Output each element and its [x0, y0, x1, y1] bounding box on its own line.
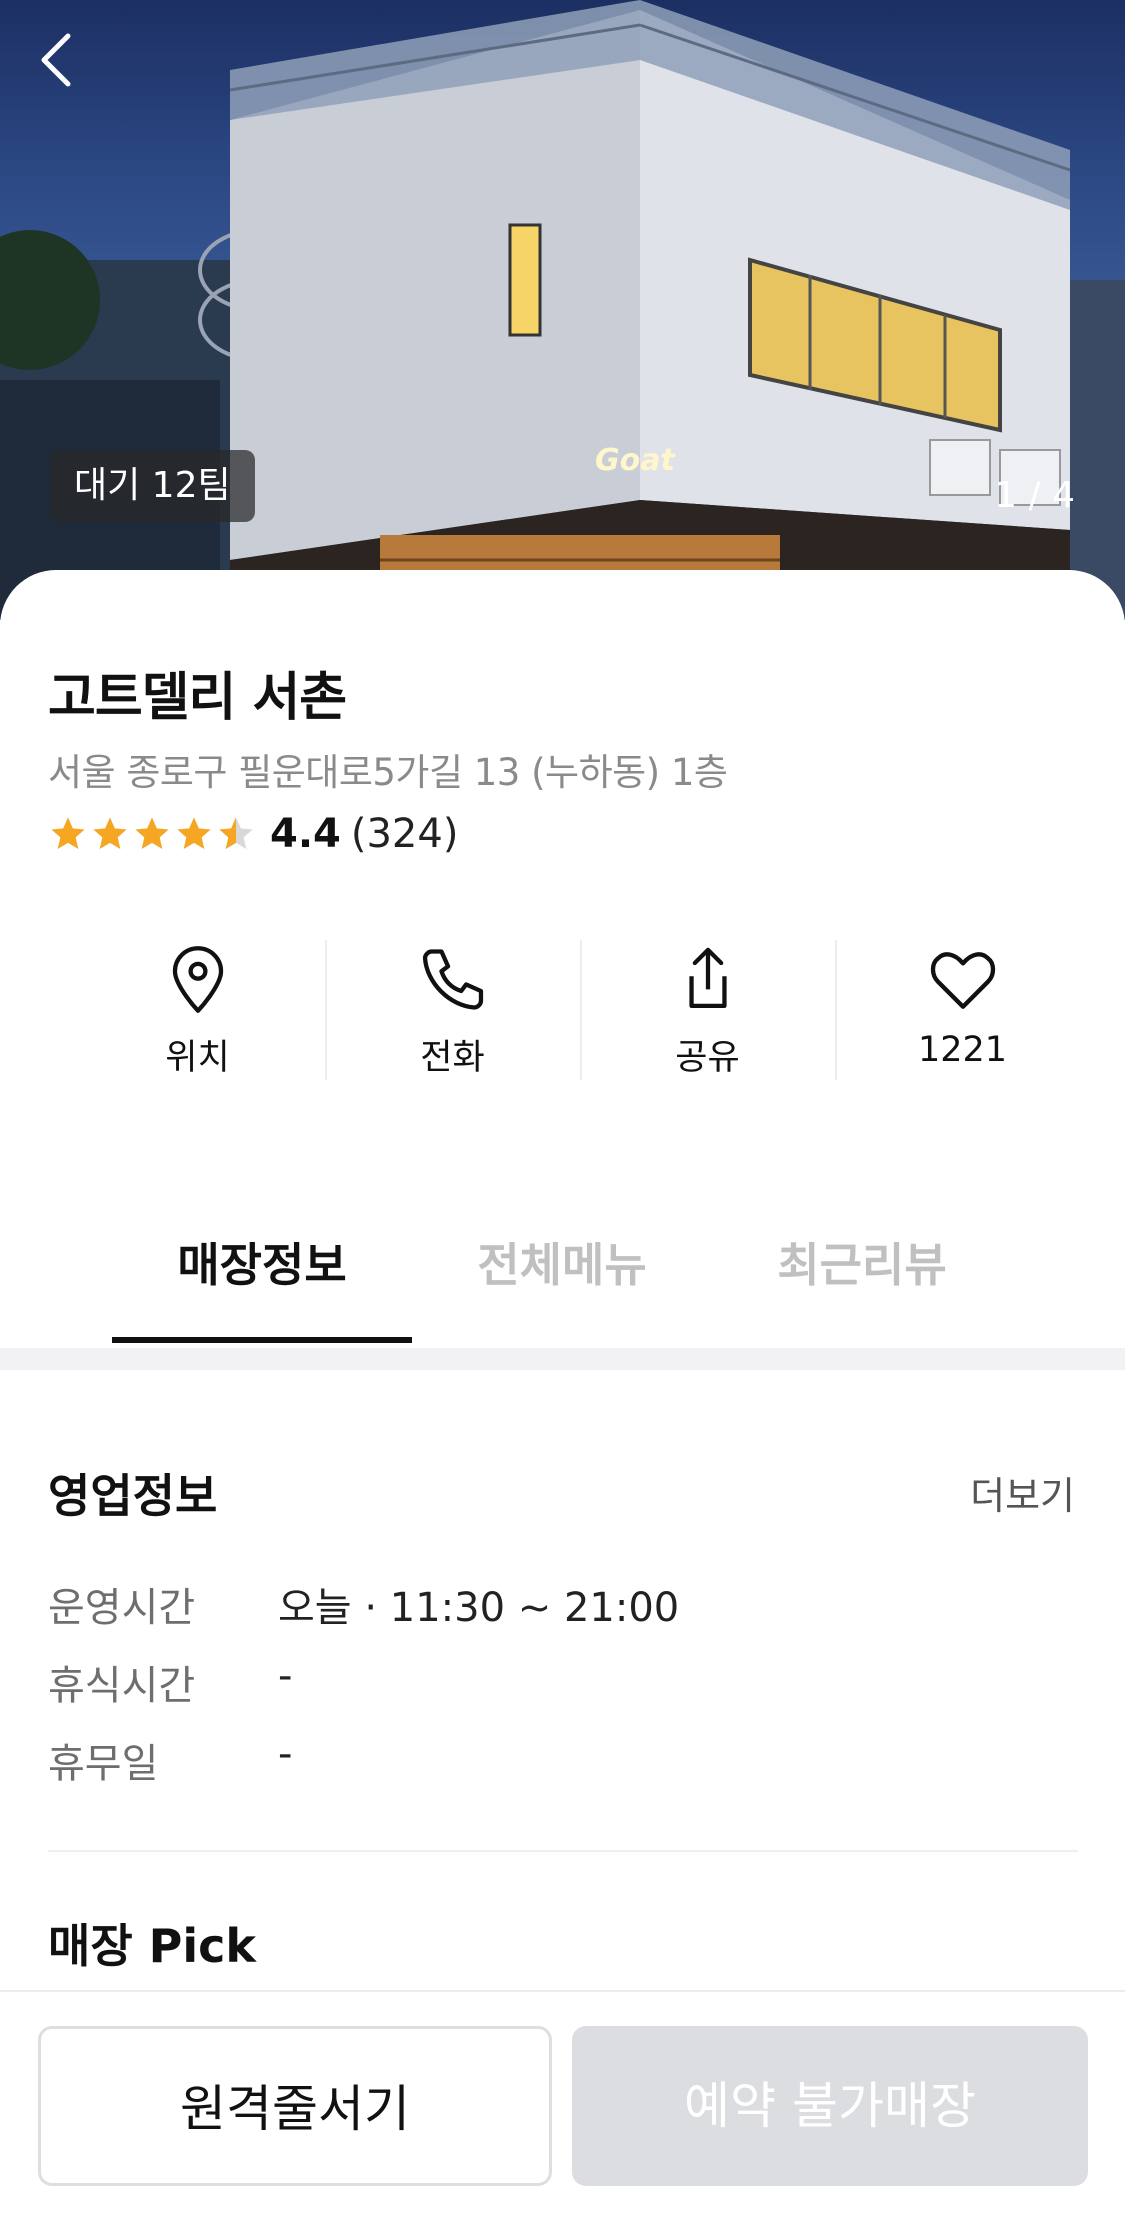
phone-icon [422, 949, 483, 1010]
like-count: 1221 [917, 1030, 1008, 1070]
share-button[interactable]: 공유 [580, 940, 835, 1080]
star-half-icon [219, 817, 253, 849]
info-value: - [278, 1653, 293, 1699]
active-tab-indicator [112, 1337, 412, 1343]
share-icon [688, 947, 727, 1008]
store-info-sheet: 고트델리 서촌 서울 종로구 필운대로5가길 13 (누하동) 1층 4.4 (… [0, 570, 1125, 2216]
remote-queue-button[interactable]: 원격줄서기 [38, 2026, 552, 2186]
tab-recent-reviews[interactable]: 최근리뷰 [712, 1210, 1012, 1340]
action-bar: 위치 전화 공유 1221 [70, 940, 1090, 1080]
waiting-teams-badge: 대기 12팀 [50, 450, 255, 522]
store-pick-title: 매장 Pick [48, 1919, 256, 1973]
store-building-photo: Goat [0, 0, 1125, 620]
store-photo-carousel[interactable]: Goat 대기 12팀 1 / 4 [0, 0, 1125, 620]
star-full-icon [177, 817, 211, 849]
rating-row[interactable]: 4.4 (324) [48, 804, 458, 864]
info-label: 휴무일 [48, 1741, 159, 1787]
section-divider [0, 1348, 1125, 1370]
store-tabs: 매장정보 전체메뉴 최근리뷰 [0, 1210, 1125, 1350]
call-button[interactable]: 전화 [325, 940, 580, 1080]
more-button[interactable]: 더보기 [970, 1465, 1075, 1520]
reservation-unavailable-button[interactable]: 예약 불가매장 [572, 2026, 1088, 2186]
share-label: 공유 [675, 1038, 740, 1078]
content-divider [48, 1850, 1078, 1852]
business-info-title: 영업정보 [48, 1469, 218, 1523]
info-row-break: 휴식시간 - [48, 1653, 292, 1713]
store-address: 서울 종로구 필운대로5가길 13 (누하동) 1층 [48, 751, 728, 794]
image-counter: 1 / 4 [994, 475, 1075, 516]
star-full-icon [93, 817, 127, 849]
location-button[interactable]: 위치 [70, 940, 325, 1080]
info-row-closed-days: 휴무일 - [48, 1731, 292, 1791]
review-count: (324) [350, 811, 459, 857]
star-full-icon [51, 817, 85, 849]
neon-sign-text: Goat [595, 443, 676, 478]
info-row-hours: 운영시간 오늘 · 11:30 ~ 21:00 [48, 1575, 679, 1635]
tab-full-menu[interactable]: 전체메뉴 [412, 1210, 712, 1340]
store-detail-page: Goat 대기 12팀 1 / 4 고트델리 서촌 서울 종로구 필운대로5가길… [0, 0, 1125, 2216]
star-rating [48, 814, 256, 854]
call-label: 전화 [420, 1038, 485, 1078]
location-label: 위치 [165, 1038, 230, 1078]
location-pin-icon [172, 946, 223, 1013]
info-value: - [278, 1731, 293, 1777]
info-value: 오늘 · 11:30 ~ 21:00 [278, 1585, 680, 1631]
like-button[interactable]: 1221 [835, 940, 1090, 1080]
heart-icon [930, 952, 995, 1009]
info-label: 운영시간 [48, 1585, 196, 1631]
back-button[interactable] [36, 30, 96, 100]
star-full-icon [135, 817, 169, 849]
info-label: 휴식시간 [48, 1663, 196, 1709]
tab-store-info[interactable]: 매장정보 [112, 1210, 412, 1340]
chevron-left-icon [41, 33, 71, 87]
store-name: 고트델리 서촌 [48, 668, 347, 728]
bottom-action-bar: 원격줄서기 예약 불가매장 [0, 1990, 1125, 2216]
rating-value: 4.4 [270, 811, 341, 857]
